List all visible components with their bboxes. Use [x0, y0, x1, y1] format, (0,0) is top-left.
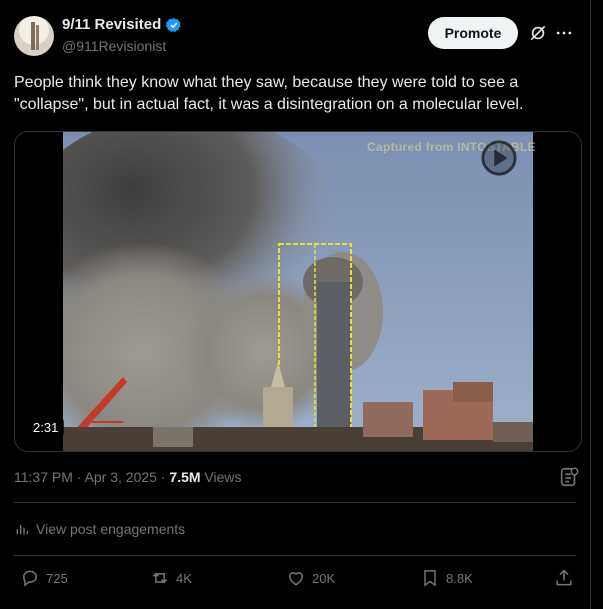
- analytics-icon[interactable]: [558, 466, 580, 488]
- meta-separator-2: ·: [156, 469, 170, 485]
- play-icon[interactable]: [480, 139, 518, 177]
- author-name-row: 9/11 Revisited: [62, 16, 182, 33]
- post-header: 9/11 Revisited @911Revisionist Promote: [14, 14, 576, 60]
- author-handle[interactable]: @911Revisionist: [62, 38, 166, 54]
- view-post-engagements[interactable]: View post engagements: [14, 521, 185, 537]
- post-time[interactable]: 11:37 PM: [14, 469, 73, 485]
- post-date[interactable]: Apr 3, 2025: [85, 469, 157, 485]
- author-display-name[interactable]: 9/11 Revisited: [62, 16, 161, 33]
- divider: [14, 502, 576, 503]
- share-button[interactable]: [554, 568, 574, 588]
- tweet-post: 9/11 Revisited @911Revisionist Promote P…: [0, 0, 590, 609]
- column-border: [590, 0, 591, 609]
- post-meta: 11:37 PM · Apr 3, 2025 · 7.5M Views: [14, 469, 242, 485]
- video-duration: 2:31: [27, 418, 65, 437]
- views-count: 7.5M: [169, 469, 201, 485]
- action-bar: 725 4K 20K 8.8K: [14, 568, 574, 590]
- bookmark-count: 8.8K: [446, 570, 473, 586]
- verified-badge-icon: [166, 17, 182, 32]
- bar-chart-icon: [16, 525, 28, 535]
- repost-count: 4K: [176, 570, 192, 586]
- like-count: 20K: [312, 570, 336, 586]
- avatar[interactable]: [14, 16, 54, 56]
- repost-button[interactable]: 4K: [150, 568, 192, 588]
- engagements-label: View post engagements: [36, 521, 186, 537]
- heart-icon: [288, 572, 304, 586]
- promote-button[interactable]: Promote: [428, 17, 518, 49]
- reply-icon: [22, 570, 38, 587]
- views-label: Views: [200, 469, 242, 485]
- video-frame[interactable]: [63, 132, 533, 451]
- meta-separator: ·: [72, 469, 85, 485]
- reply-count: 725: [46, 570, 68, 586]
- bookmark-icon: [424, 570, 436, 587]
- share-icon: [556, 569, 572, 586]
- post-text: People think they know what they saw, be…: [14, 74, 524, 113]
- divider: [14, 555, 576, 556]
- video-player[interactable]: Captured from INTOSTABLE 2:31: [14, 131, 582, 452]
- bookmark-button[interactable]: 8.8K: [420, 568, 473, 588]
- repost-icon: [152, 572, 168, 584]
- like-button[interactable]: 20K: [286, 568, 335, 588]
- reply-button[interactable]: 725: [20, 568, 68, 588]
- more-icon[interactable]: [554, 23, 574, 43]
- grok-icon[interactable]: [528, 23, 548, 43]
